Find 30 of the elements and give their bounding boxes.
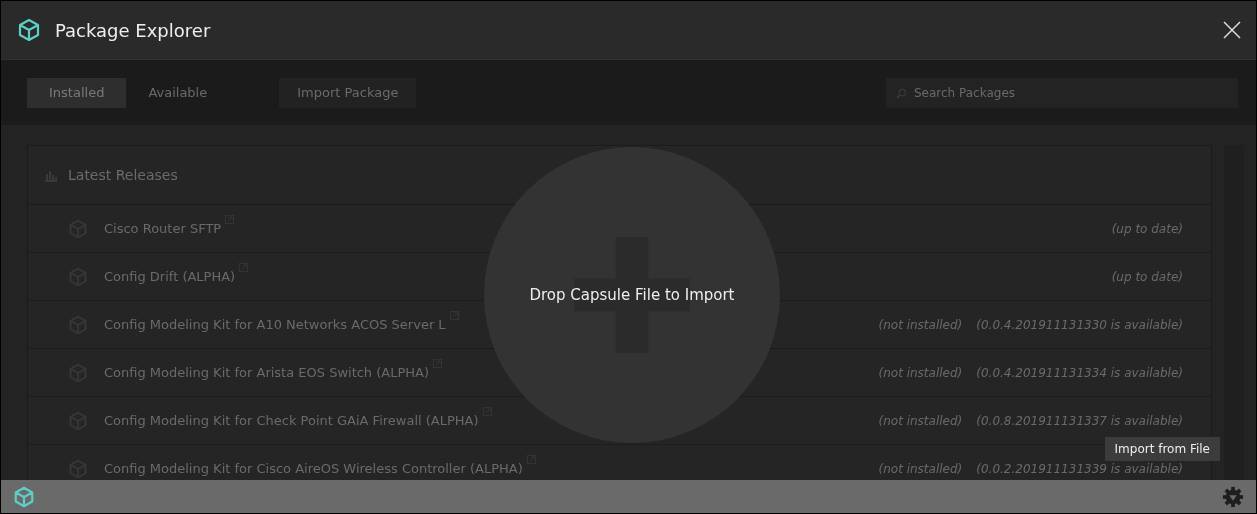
install-status: (not installed) (878, 413, 963, 428)
install-status: (not installed) (878, 461, 963, 476)
scrollbar-track[interactable] (1224, 145, 1244, 480)
available-version: (0.0.4.201911131330 is available) (976, 317, 1183, 332)
search-icon (896, 87, 907, 99)
install-status: (up to date) (1111, 269, 1183, 284)
install-status: (up to date) (1111, 221, 1183, 236)
package-name[interactable]: Config Drift (ALPHA) (104, 269, 236, 284)
install-status: (not installed) (878, 365, 963, 380)
import-package-button[interactable]: Import Package (279, 77, 417, 108)
package-name[interactable]: Config Modeling Kit for Check Point GAiA Firewall (ALPHA) (104, 413, 479, 428)
available-version: (0.0.2.201911131339 is available) (976, 461, 1183, 476)
tooltip: Import from File (1104, 437, 1220, 461)
settings-icon[interactable] (1222, 485, 1244, 508)
package-name[interactable]: Config Modeling Kit for Cisco AireOS Wireless Controller (ALPHA) (104, 461, 523, 476)
window-title: Package Explorer (55, 19, 212, 41)
cube-icon (13, 485, 35, 508)
package-name[interactable]: Config Modeling Kit for A10 Networks ACOS Server L (104, 317, 446, 332)
package-name[interactable]: Config Modeling Kit for Arista EOS Switch (ALPHA) (104, 365, 430, 380)
package-name[interactable]: Cisco Router SFTP (104, 221, 222, 236)
available-version: (0.0.4.201911131334 is available) (976, 365, 1183, 380)
available-version: (0.0.8.201911131337 is available) (976, 413, 1183, 428)
section-title: Latest Releases (68, 167, 178, 183)
search-field[interactable]: Search Packages (886, 77, 1238, 108)
drop-label: Drop Capsule File to Import (529, 286, 735, 304)
cube-icon (68, 458, 88, 479)
cube-icon (17, 18, 41, 42)
tab[interactable]: Installed (27, 77, 127, 108)
install-status: (not installed) (878, 317, 963, 332)
close-icon[interactable] (1222, 20, 1242, 40)
